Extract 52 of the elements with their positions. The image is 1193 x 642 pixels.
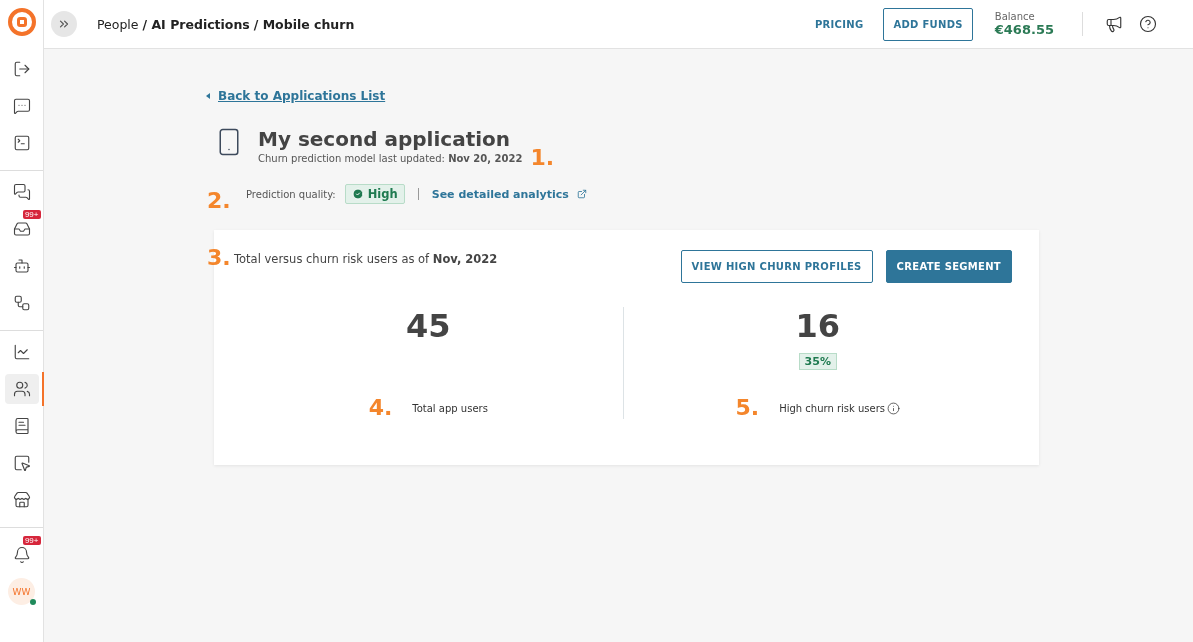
help-icon	[1139, 15, 1157, 33]
export-icon	[12, 60, 31, 78]
help-button[interactable]	[1139, 15, 1157, 33]
stat-label: High churn risk users	[779, 402, 886, 414]
robot-icon	[12, 257, 31, 275]
quality-badge: High	[344, 184, 405, 204]
create-segment-button[interactable]: CREATE SEGMENT	[885, 250, 1012, 283]
flow-icon	[12, 294, 31, 312]
stat-value: 45	[406, 307, 451, 345]
breadcrumb-item[interactable]: People	[97, 16, 139, 32]
inbox-icon	[12, 220, 31, 238]
cursor-icon	[12, 454, 31, 472]
model-updated-text: Churn prediction model last updated: Nov 20, 2022	[258, 153, 523, 164]
line-chart-icon	[12, 343, 31, 361]
annotation-number: 4.	[368, 397, 393, 419]
balance-label: Balance	[994, 11, 1036, 22]
bell-icon	[12, 546, 31, 564]
prediction-quality-label: Prediction quality:	[246, 188, 336, 200]
annotation-number: 2.	[207, 190, 231, 212]
count-badge: 99+	[22, 210, 41, 219]
announcements-button[interactable]	[1105, 15, 1123, 33]
info-icon[interactable]	[887, 401, 901, 415]
megaphone-icon	[1105, 15, 1123, 33]
add-funds-button[interactable]: ADD FUNDS	[883, 7, 973, 41]
stat-value: 16	[795, 307, 840, 345]
expand-button[interactable]	[51, 11, 77, 37]
chat-bubbles-icon	[12, 183, 31, 201]
logo-icon	[7, 8, 36, 36]
breadcrumb-item[interactable]: / Mobile churn	[253, 16, 355, 32]
annotation-number: 3.	[207, 247, 231, 269]
breadcrumb-item[interactable]: / AI Predictions	[142, 16, 250, 32]
app-title: My second application	[258, 127, 512, 151]
stat-label: Total app users	[412, 402, 488, 414]
pricing-link[interactable]: PRICING	[814, 18, 864, 30]
annotation-number: 5.	[735, 397, 760, 419]
view-profiles-button[interactable]: VIEW HIGN CHURN PROFILES	[680, 250, 873, 283]
external-link-icon	[576, 189, 587, 199]
percent-badge: 35%	[798, 353, 837, 370]
card-heading: Total versus churn risk users as of Nov, 2022	[234, 252, 498, 266]
back-link[interactable]: Back to Applications List	[206, 89, 1193, 103]
store-icon	[12, 491, 31, 509]
balance-value: €468.55	[994, 22, 1054, 37]
count-badge: 99+	[22, 536, 41, 545]
terminal-icon	[12, 134, 31, 152]
user-avatar[interactable]: WW	[8, 578, 35, 605]
chevrons-icon	[57, 17, 71, 31]
chat-icon	[12, 97, 31, 115]
book-icon	[12, 417, 31, 435]
check-icon	[351, 188, 364, 200]
annotation-number: 1.	[530, 147, 555, 169]
analytics-link[interactable]: See detailed analytics	[431, 187, 587, 201]
people-icon	[12, 380, 31, 398]
